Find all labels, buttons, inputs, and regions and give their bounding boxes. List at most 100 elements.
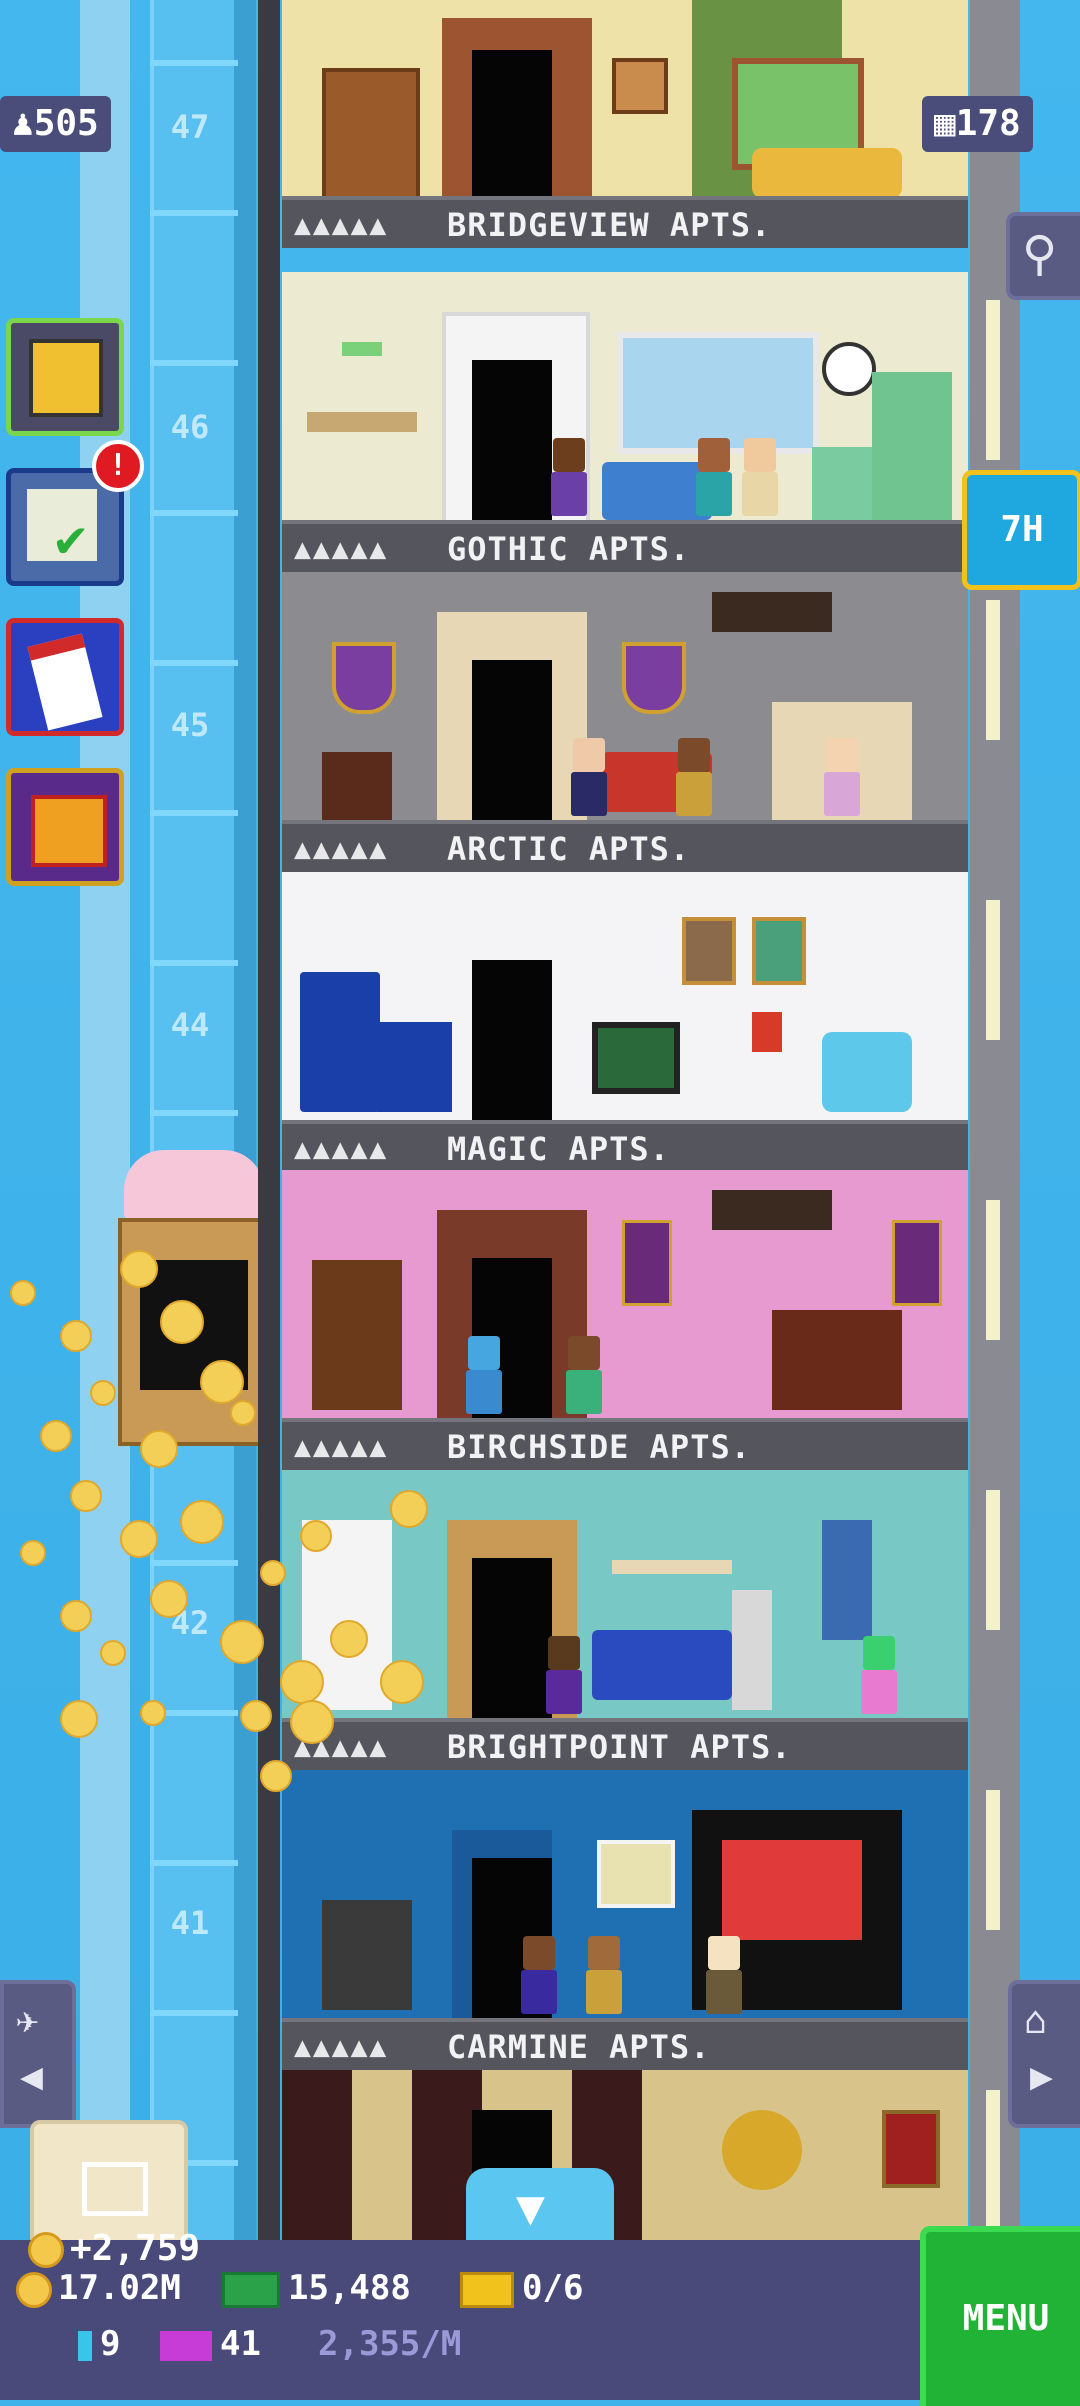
population-counter[interactable]: ♟505 xyxy=(0,96,111,152)
floor-carmine[interactable]: ▲▲▲▲▲ CARMINE APTS. xyxy=(282,1770,968,2070)
room-wall xyxy=(282,0,968,216)
tenant[interactable] xyxy=(702,1936,746,2014)
gift-button[interactable] xyxy=(6,768,124,886)
menu-label: MENU xyxy=(962,2298,1050,2339)
bux-value: 9 xyxy=(100,2324,121,2364)
checkmark-icon: ✔ xyxy=(55,509,87,569)
floor-arctic[interactable]: ▲▲▲▲▲ ARCTIC APTS. xyxy=(282,572,968,872)
apartment-door[interactable] xyxy=(472,360,552,520)
gold-coin xyxy=(100,1640,126,1666)
tenant[interactable] xyxy=(547,438,591,516)
person-icon: ♟ xyxy=(12,103,34,144)
cash-row[interactable]: 15,488 xyxy=(222,2268,411,2308)
window xyxy=(617,332,819,454)
gold-coin xyxy=(200,1360,244,1404)
lamp xyxy=(752,1012,782,1052)
floor-number: 45 xyxy=(170,706,210,744)
calendar-button[interactable] xyxy=(6,618,124,736)
floor-lamp xyxy=(732,1590,772,1710)
floor-name: MAGIC APTS. xyxy=(447,1130,670,1168)
notification-badge: ! xyxy=(92,440,144,492)
vip-row[interactable]: 41 xyxy=(160,2324,261,2364)
coin-gain-value: +2,759 xyxy=(70,2228,201,2269)
tenant[interactable] xyxy=(582,1936,626,2014)
gold-coin xyxy=(260,1560,286,1586)
floor-name: CARMINE APTS. xyxy=(447,2028,711,2066)
tenant[interactable] xyxy=(692,438,736,516)
floor-gothic[interactable]: ▲▲▲▲▲ GOTHIC APTS. xyxy=(282,272,968,572)
floor-stars: ▲▲▲▲▲ xyxy=(294,532,389,565)
shaft-segment xyxy=(150,1110,238,1116)
tenant[interactable] xyxy=(542,1636,586,1714)
box-icon xyxy=(82,2162,148,2216)
tenant[interactable] xyxy=(820,738,864,816)
shield xyxy=(332,642,396,714)
scroll-down-button[interactable]: ▼ xyxy=(466,2168,614,2242)
tenant[interactable] xyxy=(562,1336,606,1414)
floors-value: 178 xyxy=(955,103,1021,144)
menu-button[interactable]: MENU xyxy=(920,2226,1080,2406)
tickets-value: 0/6 xyxy=(522,2268,584,2308)
elevator-left-button[interactable]: ✈ ◀ xyxy=(0,1980,76,2128)
coin-icon xyxy=(28,2232,64,2268)
tenant[interactable] xyxy=(567,738,611,816)
floor-bridgeview[interactable]: ▲▲▲▲▲ BRIDGEVIEW APTS. xyxy=(282,0,968,248)
arrow-right-icon: ▶ xyxy=(1030,2054,1053,2098)
bux-row[interactable]: 9 xyxy=(78,2324,120,2364)
gold-coin xyxy=(60,1600,92,1632)
gold-coin xyxy=(10,1280,36,1306)
gold-coin xyxy=(20,1540,46,1566)
table xyxy=(307,412,417,432)
floor-birchside[interactable]: ▲▲▲▲▲ BIRCHSIDE APTS. xyxy=(282,1170,968,1470)
home-button[interactable]: ⌂ ▶ xyxy=(1008,1980,1080,2128)
floors-counter[interactable]: ▦178 xyxy=(922,96,1033,152)
gold-coin xyxy=(230,1400,256,1426)
gold-coin xyxy=(60,1700,98,1738)
floor-name: GOTHIC APTS. xyxy=(447,530,691,568)
apartment-door[interactable] xyxy=(472,1558,552,1718)
room-wall xyxy=(282,272,968,528)
armchair xyxy=(822,1032,912,1112)
shaft-segment xyxy=(150,210,238,216)
shaft-segment xyxy=(150,960,238,966)
floor-bottom-partial[interactable] xyxy=(282,2070,968,2260)
gold-coin xyxy=(90,1380,116,1406)
gold-coin xyxy=(150,1580,188,1618)
search-button[interactable]: ⚲ xyxy=(1006,212,1080,300)
tickets-row[interactable]: 0/6 xyxy=(460,2268,583,2308)
apartment-door[interactable] xyxy=(472,960,552,1120)
population-value: 505 xyxy=(33,103,99,144)
room-wall xyxy=(282,1770,968,2018)
shaft-segment xyxy=(150,2010,238,2016)
home-icon: ⌂ xyxy=(1024,1998,1047,2042)
floor-magic[interactable]: ▲▲▲▲▲ MAGIC APTS. xyxy=(282,872,968,1172)
fridge xyxy=(872,372,952,520)
floor-number: 44 xyxy=(170,1006,210,1044)
ceiling-lamp xyxy=(342,342,382,356)
tenant[interactable] xyxy=(738,438,782,516)
building-button[interactable] xyxy=(6,318,124,436)
gold-coin xyxy=(290,1700,334,1744)
cabinet xyxy=(377,1022,452,1112)
tenant[interactable] xyxy=(672,738,716,816)
apartment-door[interactable] xyxy=(472,660,552,820)
pillar xyxy=(282,2070,352,2260)
coin-icon xyxy=(16,2271,52,2308)
shaft-segment xyxy=(150,510,238,516)
coins-row[interactable]: 17.02M xyxy=(16,2268,181,2308)
gold-coin xyxy=(330,1620,368,1658)
arrow-down-icon: ▼ xyxy=(516,2180,545,2236)
room-wall xyxy=(282,572,968,820)
timer-button[interactable]: 7H xyxy=(962,470,1080,590)
tenant[interactable] xyxy=(462,1336,506,1414)
picture-frame xyxy=(597,1840,675,1908)
floor-label: ▲▲▲▲▲ BRIGHTPOINT APTS. xyxy=(282,1718,968,1770)
shaft-segment xyxy=(150,810,238,816)
clock-icon xyxy=(822,342,876,396)
shaft-segment xyxy=(150,1860,238,1866)
tenant[interactable] xyxy=(857,1636,901,1714)
floor-brightpoint[interactable]: ▲▲▲▲▲ BRIGHTPOINT APTS. xyxy=(282,1470,968,1770)
cash-icon xyxy=(222,2271,280,2308)
tenant[interactable] xyxy=(517,1936,561,2014)
apartment-door[interactable] xyxy=(472,50,552,210)
